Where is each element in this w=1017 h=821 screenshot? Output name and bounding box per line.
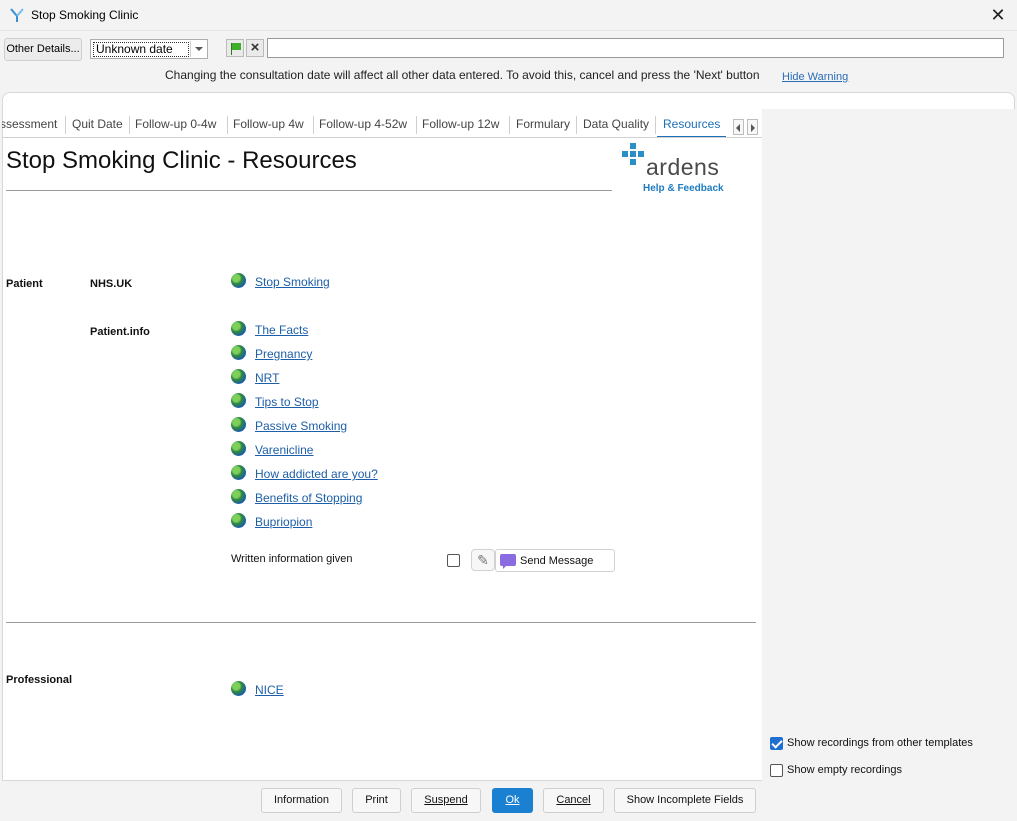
globe-icon	[231, 321, 246, 336]
nhs-uk-label: NHS.UK	[90, 278, 133, 290]
written-info-label: Written information given	[231, 553, 353, 565]
section-divider	[6, 622, 756, 623]
globe-icon	[231, 273, 246, 288]
app-logo-icon	[10, 8, 24, 22]
globe-icon	[231, 345, 246, 360]
tab-quit-date[interactable]: Quit Date	[72, 112, 123, 137]
cancel-button[interactable]: Cancel	[543, 788, 604, 813]
date-warning-text: Changing the consultation date will affe…	[165, 68, 760, 82]
show-empty-recordings-checkbox[interactable]	[770, 764, 783, 777]
show-other-recordings-label: Show recordings from other templates	[787, 737, 973, 749]
help-feedback-link[interactable]: Help & Feedback	[643, 183, 724, 194]
tab-follow-up-4w[interactable]: Follow-up 4w	[233, 112, 304, 137]
hide-warning-link[interactable]: Hide Warning	[782, 71, 848, 83]
link-the-facts[interactable]: The Facts	[255, 323, 308, 337]
link-varenicline[interactable]: Varenicline	[255, 443, 313, 457]
link-nrt[interactable]: NRT	[255, 371, 279, 385]
tab-follow-up-12w[interactable]: Follow-up 12w	[422, 112, 499, 137]
right-pane	[762, 109, 1015, 781]
print-button[interactable]: Print	[352, 788, 401, 813]
show-incomplete-fields-button[interactable]: Show Incomplete Fields	[614, 788, 756, 813]
globe-icon	[231, 393, 246, 408]
message-icon	[500, 554, 516, 569]
title-divider	[6, 190, 612, 191]
send-message-label: Send Message	[520, 555, 594, 567]
link-how-addicted[interactable]: How addicted are you?	[255, 467, 378, 481]
consultation-toolbar: Other Details... Unknown date ×	[0, 36, 1017, 64]
consultation-date-select[interactable]: Unknown date	[90, 39, 208, 59]
send-message-button[interactable]: Send Message	[495, 549, 615, 572]
clear-icon[interactable]: ×	[246, 39, 264, 57]
title-bar: Stop Smoking Clinic ✕	[0, 0, 1017, 31]
tab-scroll-left-icon[interactable]	[733, 119, 744, 135]
link-pregnancy[interactable]: Pregnancy	[255, 347, 312, 361]
patient-info-label: Patient.info	[90, 326, 150, 338]
information-button[interactable]: Information	[261, 788, 342, 813]
tab-scroll-right-icon[interactable]	[747, 119, 758, 135]
tab-data-quality[interactable]: Data Quality	[583, 112, 649, 137]
page-title: Stop Smoking Clinic - Resources	[6, 147, 357, 174]
globe-icon	[231, 681, 246, 696]
link-passive-smoking[interactable]: Passive Smoking	[255, 419, 347, 433]
chevron-down-icon[interactable]	[190, 41, 206, 57]
ok-button[interactable]: Ok	[492, 788, 533, 813]
link-stop-smoking[interactable]: Stop Smoking	[255, 275, 330, 289]
window-title: Stop Smoking Clinic	[31, 8, 139, 22]
show-other-recordings-checkbox[interactable]	[770, 737, 783, 750]
link-bupriopion[interactable]: Bupriopion	[255, 515, 312, 529]
tab-resources[interactable]: Resources	[657, 112, 727, 137]
globe-icon	[231, 441, 246, 456]
tab-assessment[interactable]: ssessment	[2, 112, 57, 137]
globe-icon	[231, 489, 246, 504]
close-icon[interactable]: ✕	[987, 5, 1009, 25]
tab-formulary[interactable]: Formulary	[516, 112, 570, 137]
other-details-button[interactable]: Other Details...	[4, 38, 82, 61]
globe-icon	[231, 417, 246, 432]
link-nice[interactable]: NICE	[255, 683, 284, 697]
show-empty-recordings-label: Show empty recordings	[787, 764, 902, 776]
date-value: Unknown date	[93, 42, 189, 57]
globe-icon	[231, 513, 246, 528]
written-info-checkbox[interactable]	[447, 554, 460, 567]
link-benefits-of-stopping[interactable]: Benefits of Stopping	[255, 491, 362, 505]
globe-icon	[231, 369, 246, 384]
professional-section-label: Professional	[6, 674, 73, 686]
consultation-notes-input[interactable]	[267, 38, 1004, 58]
tab-follow-up-0-4w[interactable]: Follow-up 0-4w	[135, 112, 216, 137]
link-tips-to-stop[interactable]: Tips to Stop	[255, 395, 319, 409]
tab-follow-up-4-52w[interactable]: Follow-up 4-52w	[319, 112, 407, 137]
flag-icon[interactable]	[226, 39, 244, 57]
globe-icon	[231, 465, 246, 480]
ardens-logo-text: ardens	[646, 154, 720, 180]
pencil-icon[interactable]: ✎	[471, 549, 495, 571]
suspend-button[interactable]: Suspend	[411, 788, 481, 813]
patient-section-label: Patient	[6, 278, 43, 290]
template-tabs: ssessment Quit Date Follow-up 0-4w Follo…	[2, 112, 762, 138]
